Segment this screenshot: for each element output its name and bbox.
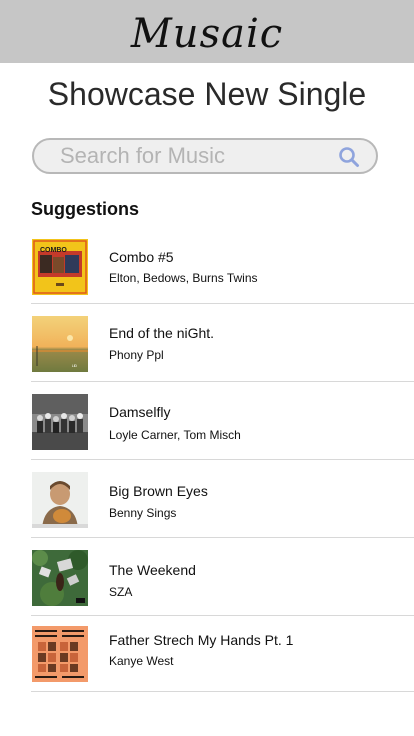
search-bar[interactable] xyxy=(32,138,378,174)
suggestions-heading: Suggestions xyxy=(31,199,140,219)
track-title: Father Strech My Hands Pt. 1 xyxy=(109,632,294,648)
search-input[interactable] xyxy=(60,143,330,169)
list-item[interactable]: ᴸᴵᴰ End of the niGht. Phony Ppl xyxy=(31,304,414,382)
track-artist: Benny Sings xyxy=(109,506,177,520)
track-title: Damselfly xyxy=(109,404,171,420)
app-logo[interactable]: Musaic xyxy=(131,11,283,57)
track-artist: Kanye West xyxy=(109,654,174,668)
track-artist: SZA xyxy=(109,585,133,599)
album-art-garden xyxy=(32,550,88,606)
svg-text:COMBO: COMBO xyxy=(40,247,67,254)
track-artist: Elton, Bedows, Burns Twins xyxy=(109,271,258,285)
list-item[interactable]: Big Brown Eyes Benny Sings xyxy=(31,460,414,538)
search-icon[interactable] xyxy=(338,146,360,168)
list-item[interactable]: COMBO Combo #5 Elton, Bedows, Burns Twin… xyxy=(31,228,414,304)
track-artist: Phony Ppl xyxy=(109,348,164,362)
track-title: Big Brown Eyes xyxy=(109,483,208,499)
album-art-combo: COMBO xyxy=(32,239,88,295)
page-title: Showcase New Single xyxy=(47,76,367,112)
track-title: The Weekend xyxy=(109,562,196,578)
app-header: Musaic xyxy=(0,0,414,63)
svg-text:ᴸᴵᴰ: ᴸᴵᴰ xyxy=(72,364,78,370)
list-item[interactable]: Father Strech My Hands Pt. 1 Kanye West xyxy=(31,616,414,692)
track-title: End of the niGht. xyxy=(109,325,215,341)
list-item[interactable]: Damselfly Loyle Carner, Tom Misch xyxy=(31,382,414,460)
track-artist: Loyle Carner, Tom Misch xyxy=(109,428,241,442)
album-art-portrait xyxy=(32,472,88,528)
track-title: Combo #5 xyxy=(109,249,174,265)
album-art-sunset: ᴸᴵᴰ xyxy=(32,316,88,372)
album-art-group-photo xyxy=(32,394,88,450)
suggestions-list: COMBO Combo #5 Elton, Bedows, Burns Twin… xyxy=(31,228,414,692)
album-art-tlop xyxy=(32,626,88,682)
list-item[interactable]: The Weekend SZA xyxy=(31,538,414,616)
